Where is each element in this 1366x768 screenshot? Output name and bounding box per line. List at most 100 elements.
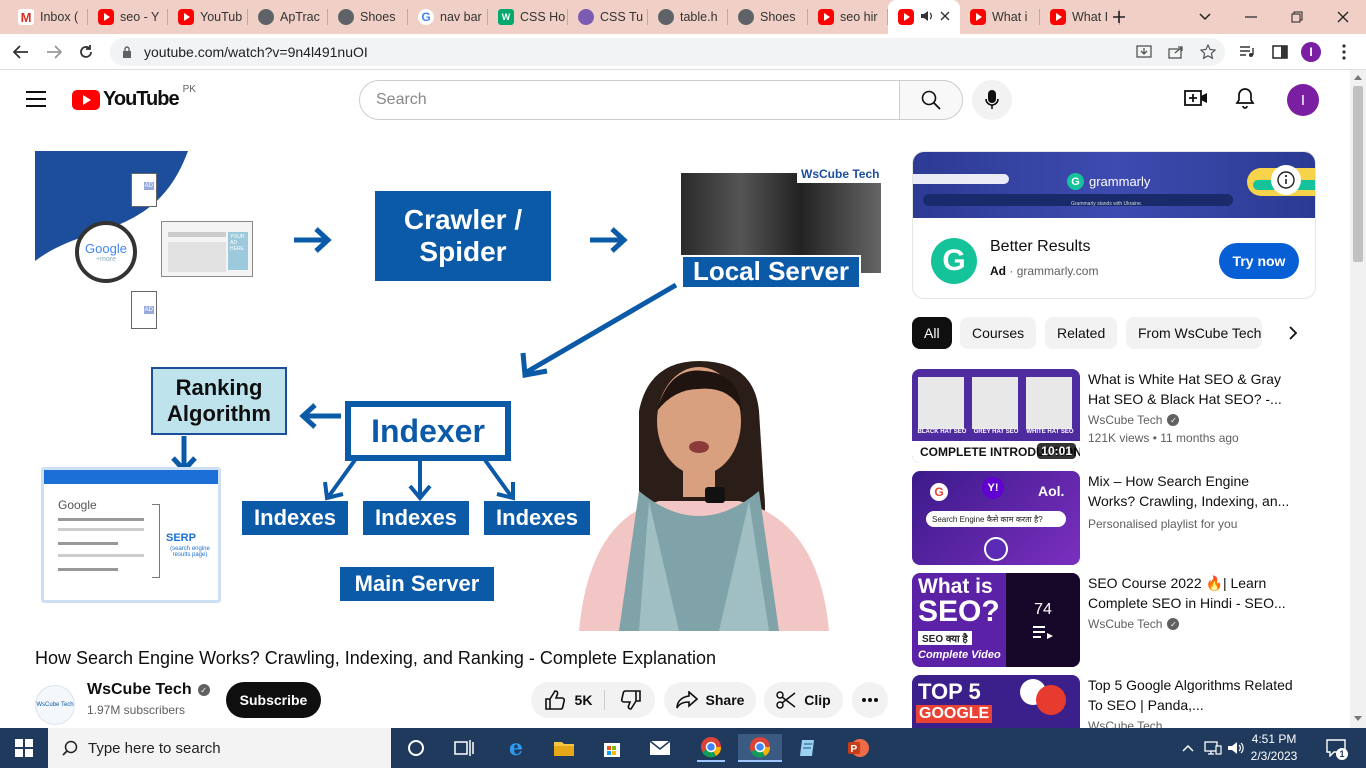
tab-label: Inbox ( bbox=[40, 10, 79, 24]
video-thumbnail[interactable]: What is SEO? SEO क्या है Complete Video … bbox=[912, 573, 1080, 667]
hamburger-menu-icon[interactable] bbox=[24, 87, 48, 109]
taskbar-clock[interactable]: 4:51 PM 2/3/2023 bbox=[1244, 731, 1304, 765]
install-app-icon[interactable] bbox=[1134, 42, 1154, 62]
chip-related[interactable]: Related bbox=[1045, 317, 1118, 349]
search-button[interactable] bbox=[899, 80, 963, 120]
chrome-icon[interactable] bbox=[697, 734, 725, 762]
recommended-playlist[interactable]: What is SEO? SEO क्या है Complete Video … bbox=[912, 573, 1332, 669]
speaker-icon[interactable] bbox=[920, 10, 934, 25]
browser-profile-avatar[interactable]: I bbox=[1301, 42, 1321, 62]
notification-center-button[interactable]: 1 bbox=[1322, 734, 1350, 762]
share-page-icon[interactable] bbox=[1166, 42, 1186, 62]
crawler-box: Crawler / Spider bbox=[375, 191, 551, 281]
channel-name[interactable]: WsCube Tech ✓ bbox=[1088, 617, 1180, 631]
task-view-button[interactable] bbox=[450, 734, 478, 762]
account-avatar[interactable]: I bbox=[1287, 84, 1319, 116]
clock-time: 4:51 PM bbox=[1251, 732, 1297, 746]
browser-tab[interactable]: ApTrac bbox=[248, 0, 328, 34]
cortana-button[interactable] bbox=[402, 734, 430, 762]
channel-name[interactable]: WsCube Tech bbox=[1088, 719, 1162, 728]
network-icon[interactable] bbox=[1201, 734, 1225, 762]
browser-tab[interactable]: W CSS Ho bbox=[488, 0, 568, 34]
bookmark-star-icon[interactable] bbox=[1198, 42, 1218, 62]
browser-tab[interactable]: M Inbox ( bbox=[8, 0, 88, 34]
mail-icon[interactable] bbox=[646, 734, 674, 762]
browser-tab[interactable]: seo - Y bbox=[88, 0, 168, 34]
back-button[interactable] bbox=[8, 40, 34, 64]
browser-menu-icon[interactable] bbox=[1334, 42, 1354, 62]
video-title[interactable]: What is White Hat SEO & Gray Hat SEO & B… bbox=[1088, 369, 1298, 409]
browser-tab[interactable]: YouTub bbox=[168, 0, 248, 34]
scroll-up-icon[interactable] bbox=[1354, 74, 1362, 80]
scrollbar-thumb[interactable] bbox=[1353, 86, 1363, 262]
ad-banner[interactable]: G grammarly Grammarly stands with Ukrain… bbox=[913, 152, 1315, 218]
reload-button[interactable] bbox=[73, 40, 99, 64]
grammarly-app-icon: G bbox=[931, 238, 977, 284]
forward-button[interactable] bbox=[41, 40, 67, 64]
powerpoint-icon[interactable]: P bbox=[844, 734, 872, 762]
ad-info-button[interactable] bbox=[1271, 165, 1301, 195]
voice-search-button[interactable] bbox=[972, 80, 1012, 120]
minimize-button[interactable] bbox=[1228, 0, 1274, 34]
browser-tab[interactable] bbox=[888, 0, 960, 34]
browser-tab[interactable]: Gnav bar bbox=[408, 0, 488, 34]
channel-avatar[interactable]: WsCube Tech bbox=[35, 685, 75, 725]
video-title[interactable]: Mix – How Search Engine Works? Crawling,… bbox=[1088, 471, 1298, 511]
new-tab-button[interactable] bbox=[1096, 0, 1142, 34]
browser-tab[interactable]: What i bbox=[960, 0, 1040, 34]
create-video-button[interactable] bbox=[1184, 86, 1208, 110]
file-explorer-icon[interactable] bbox=[550, 734, 578, 762]
channel-name-text[interactable]: WsCube Tech bbox=[87, 681, 192, 699]
browser-tab[interactable]: Shoes bbox=[728, 0, 808, 34]
show-hidden-icons-button[interactable] bbox=[1176, 734, 1200, 762]
browser-tab[interactable]: CSS Tu bbox=[568, 0, 648, 34]
media-control-icon[interactable] bbox=[1237, 42, 1257, 62]
browser-tab[interactable]: seo hir bbox=[808, 0, 888, 34]
notepad-icon[interactable] bbox=[794, 734, 822, 762]
dislike-button[interactable] bbox=[613, 690, 642, 710]
address-bar[interactable]: youtube.com/watch?v=9n4l491nuOI bbox=[110, 38, 1225, 66]
recommended-mix[interactable]: G Y! Aol. Search Engine कैसे काम करता है… bbox=[912, 471, 1332, 567]
start-button[interactable] bbox=[10, 734, 38, 762]
video-title[interactable]: SEO Course 2022 🔥| Learn Complete SEO in… bbox=[1088, 573, 1298, 613]
recommended-video[interactable]: BLACK HAT SEO GREY HAT SEO WHITE HAT SEO… bbox=[912, 369, 1332, 465]
close-tab-icon[interactable] bbox=[940, 10, 950, 24]
ad-card[interactable]: G grammarly Grammarly stands with Ukrain… bbox=[912, 151, 1316, 299]
video-player[interactable]: AD Google +more YOUR AD HERE AD Crawler … bbox=[35, 151, 888, 631]
taskbar-search-input[interactable]: Type here to search bbox=[48, 728, 391, 768]
notifications-button[interactable] bbox=[1233, 86, 1257, 110]
share-button[interactable]: Share bbox=[664, 682, 756, 718]
video-thumbnail[interactable]: G Y! Aol. Search Engine कैसे काम करता है… bbox=[912, 471, 1080, 565]
browser-tab[interactable]: Shoes bbox=[328, 0, 408, 34]
side-panel-icon[interactable] bbox=[1270, 42, 1290, 62]
restore-button[interactable] bbox=[1274, 0, 1320, 34]
microsoft-store-icon[interactable] bbox=[598, 734, 626, 762]
video-title[interactable]: Top 5 Google Algorithms Related To SEO |… bbox=[1088, 675, 1298, 715]
recommended-video[interactable]: TOP 5 GOOGLE Top 5 Google Algorithms Rel… bbox=[912, 675, 1332, 728]
edge-browser-icon[interactable]: e bbox=[502, 734, 530, 762]
close-window-button[interactable] bbox=[1320, 0, 1366, 34]
video-thumbnail[interactable]: BLACK HAT SEO GREY HAT SEO WHITE HAT SEO… bbox=[912, 369, 1080, 463]
chips-next-button[interactable] bbox=[1262, 317, 1316, 349]
youtube-logo[interactable]: YouTube PK bbox=[72, 84, 196, 111]
chip-courses[interactable]: Courses bbox=[960, 317, 1037, 349]
like-button[interactable]: 5K bbox=[544, 690, 606, 710]
chrome-active-window-icon[interactable] bbox=[738, 734, 782, 762]
w3schools-icon: W bbox=[498, 9, 514, 25]
clip-button[interactable]: Clip bbox=[764, 682, 843, 718]
chip-from-wscube-tech[interactable]: From WsCube Tech bbox=[1126, 317, 1262, 349]
search-input[interactable]: Search bbox=[359, 80, 900, 120]
video-thumbnail[interactable]: TOP 5 GOOGLE bbox=[912, 675, 1080, 728]
more-actions-button[interactable] bbox=[852, 682, 888, 718]
channel-name[interactable]: WsCube Tech ✓ bbox=[1088, 413, 1180, 427]
subscribe-button[interactable]: Subscribe bbox=[226, 682, 321, 718]
ad-card: AD bbox=[131, 173, 157, 207]
page-scrollbar[interactable] bbox=[1350, 70, 1366, 728]
browser-tab[interactable]: table.h bbox=[648, 0, 728, 34]
chip-all[interactable]: All bbox=[912, 317, 952, 349]
channel-name[interactable]: WsCube Tech ✓ bbox=[87, 681, 210, 699]
ad-headline[interactable]: Better Results bbox=[990, 238, 1090, 256]
tab-search-button[interactable] bbox=[1182, 0, 1228, 34]
scroll-down-icon[interactable] bbox=[1354, 716, 1362, 722]
try-now-button[interactable]: Try now bbox=[1219, 243, 1299, 279]
